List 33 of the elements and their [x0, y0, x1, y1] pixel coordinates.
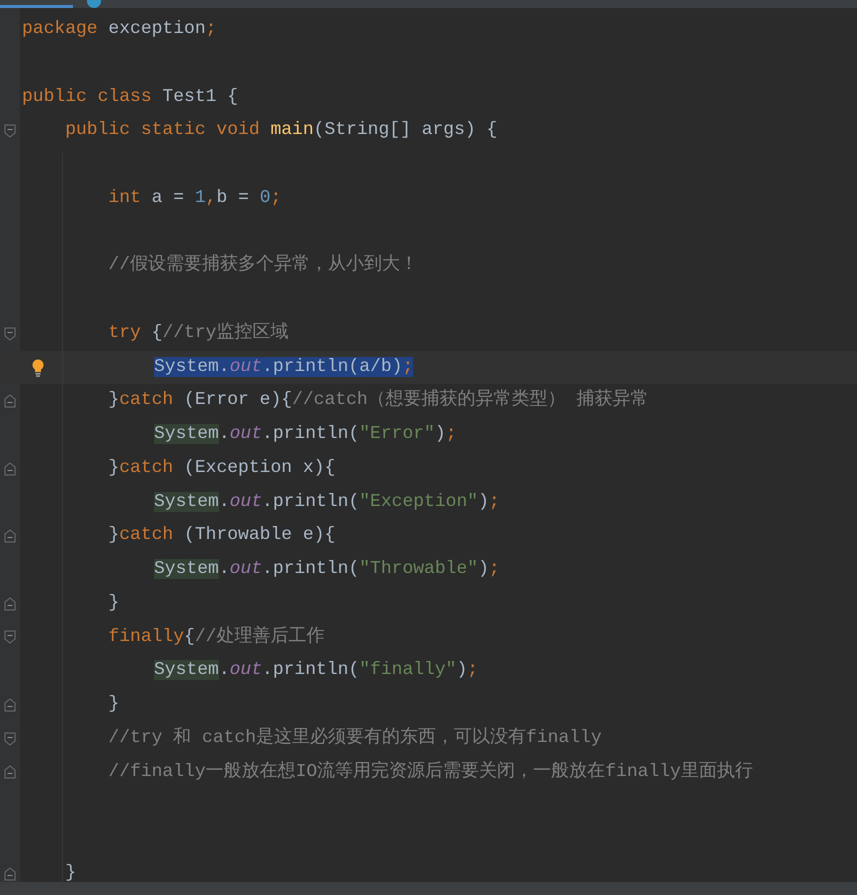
fold-icon[interactable]	[4, 866, 16, 881]
code-line: System.out.println(a/b);	[153, 356, 414, 378]
code-line: //try 和 catch是这里必须要有的东西，可以没有finally	[107, 726, 602, 750]
fold-icon[interactable]	[4, 529, 16, 544]
fold-icon[interactable]	[4, 630, 16, 644]
code-line: System.out.println("Throwable");	[153, 558, 500, 581]
code-line: finally{//处理善后工作	[107, 624, 324, 648]
bulb-icon[interactable]	[31, 358, 45, 376]
code-line: }	[64, 862, 76, 885]
code-line: }catch (Error e){//catch（想要捕获的异常类型） 捕获异常	[107, 388, 648, 412]
code-line: System.out.println("Exception");	[153, 490, 500, 514]
code-line: try {//try监控区域	[107, 321, 288, 345]
fold-icon[interactable]	[4, 326, 16, 341]
fold-icon[interactable]	[4, 124, 16, 138]
fold-icon[interactable]	[4, 462, 16, 476]
code-line: //假设需要捕获多个异常，从小到大！	[107, 253, 418, 278]
code-line: //finally一般放在想IO流等用完资源后需要关闭，一般放在finally里面执行	[107, 760, 753, 784]
fold-icon[interactable]	[4, 765, 16, 780]
code-line: System.out.println("finally");	[153, 659, 478, 682]
code-line: public class Test1 {	[22, 86, 238, 108]
code-line: int a = 1,b = 0;	[107, 186, 282, 210]
code-line: }	[107, 592, 120, 615]
code-line: }catch (Exception x){	[107, 456, 336, 480]
fold-icon[interactable]	[4, 596, 16, 611]
code-line: }	[107, 693, 120, 716]
fold-icon[interactable]	[4, 394, 16, 408]
code-line: }catch (Throwable e){	[107, 524, 336, 548]
code-line: package exception;	[22, 18, 216, 41]
horizontal-scrollbar[interactable]	[0, 882, 857, 895]
fold-icon[interactable]	[4, 698, 16, 712]
code-line: public static void main(String[] args) {	[64, 119, 498, 142]
fold-icon[interactable]	[4, 732, 16, 746]
code-line: System.out.println("Error");	[153, 423, 456, 446]
